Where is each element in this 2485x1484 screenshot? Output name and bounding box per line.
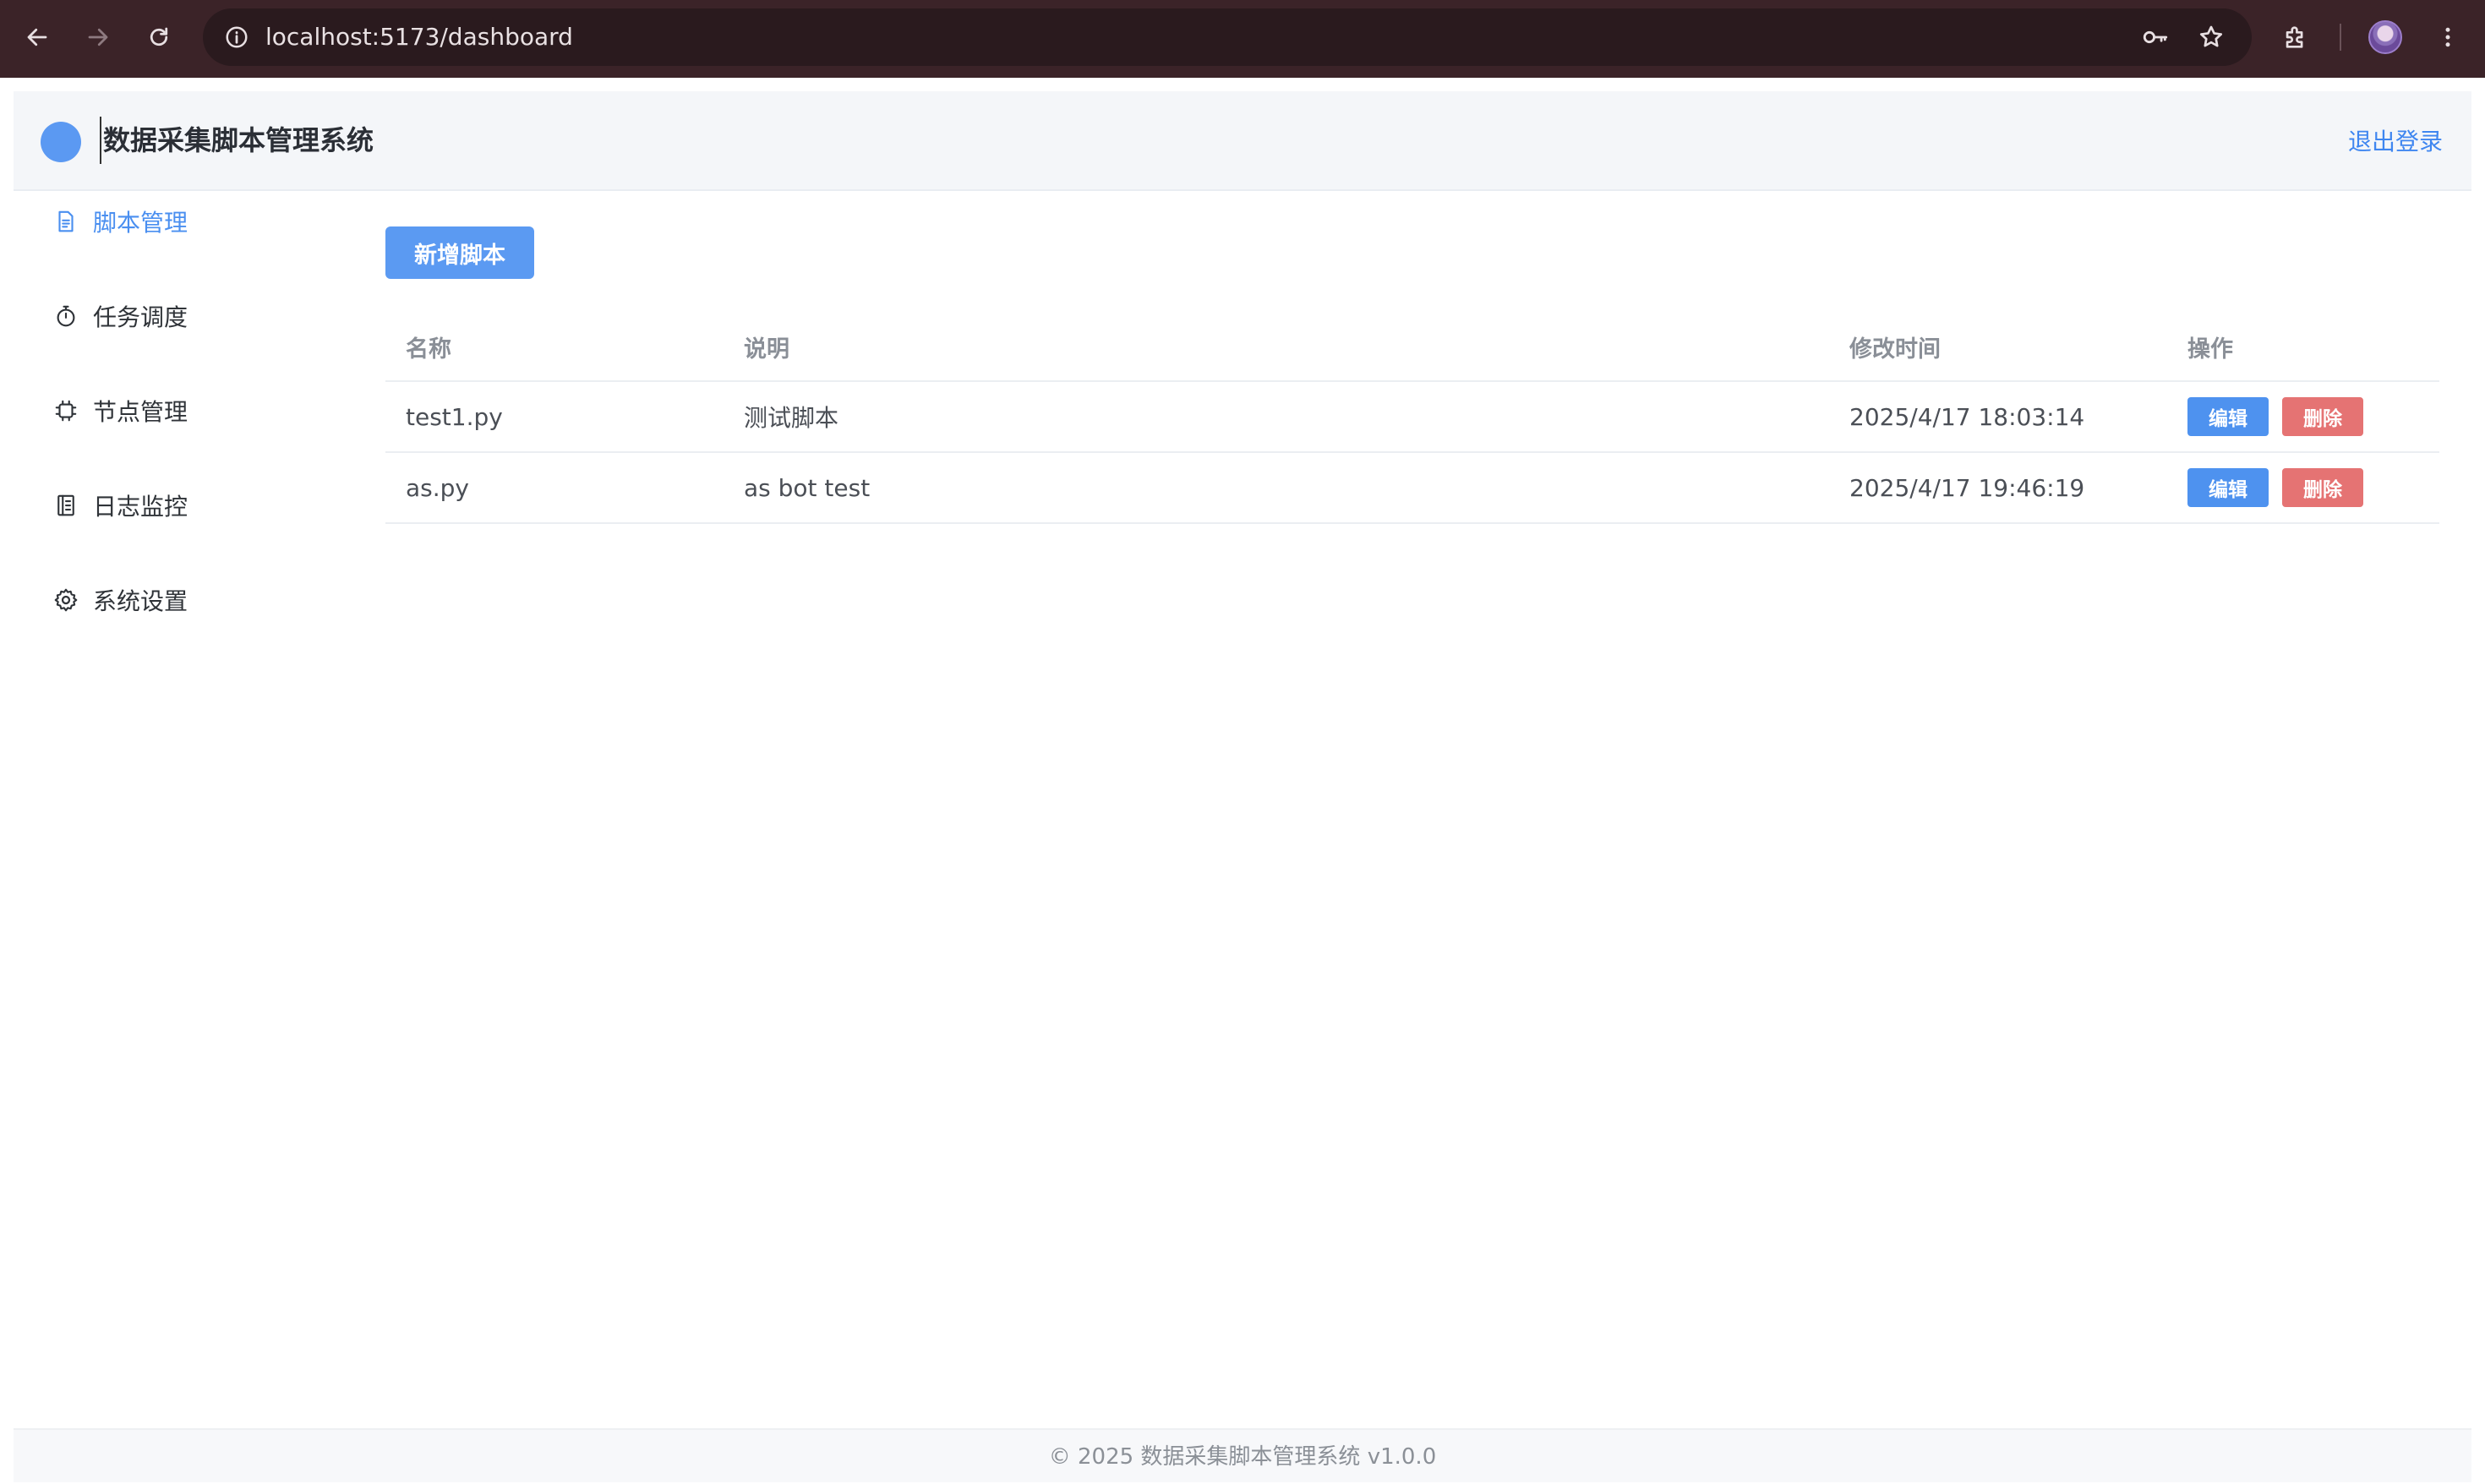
sidebar-item-label: 脚本管理	[93, 209, 188, 237]
profile-avatar[interactable]	[2368, 20, 2402, 54]
reload-icon	[150, 27, 168, 46]
column-header-description: 说明	[744, 336, 789, 363]
app-root: 数据采集脚本管理系统 退出登录 脚本管理 任务调度 节点管理 日志监控 系统设置…	[14, 91, 2471, 1482]
sidebar-item-tasks[interactable]: 任务调度	[51, 292, 188, 340]
script-name: test1.py	[406, 402, 503, 431]
edit-button[interactable]: 编辑	[2187, 468, 2269, 507]
browser-toolbar: localhost:5173/dashboard	[0, 0, 2485, 78]
gear-icon	[51, 585, 81, 615]
table-row: test1.py 测试脚本 2025/4/17 18:03:14 编辑 删除	[385, 382, 2439, 453]
footer: © 2025 数据采集脚本管理系统 v1.0.0	[14, 1428, 2471, 1482]
script-description: 测试脚本	[744, 404, 839, 432]
sidebar: 脚本管理 任务调度 节点管理 日志监控 系统设置	[14, 191, 369, 1374]
toolbar-divider	[2340, 24, 2341, 51]
edit-button[interactable]: 编辑	[2187, 397, 2269, 436]
browser-menu-button[interactable]	[2428, 17, 2468, 57]
add-script-button[interactable]: 新增脚本	[385, 226, 534, 279]
bookmark-button[interactable]	[2194, 20, 2228, 54]
extensions-button[interactable]	[2275, 17, 2316, 57]
sidebar-item-label: 日志监控	[93, 493, 188, 521]
delete-button[interactable]: 删除	[2282, 397, 2363, 436]
sidebar-item-label: 系统设置	[93, 587, 188, 615]
script-modified-time: 2025/4/17 19:46:19	[1849, 473, 2085, 502]
column-header-modified-time: 修改时间	[1849, 336, 1941, 363]
forward-arrow-icon	[88, 28, 108, 46]
column-header-actions: 操作	[2187, 336, 2233, 363]
sidebar-item-label: 任务调度	[93, 303, 188, 331]
star-icon	[2199, 25, 2223, 47]
password-key-button[interactable]	[2138, 20, 2172, 54]
table-row: as.py as bot test 2025/4/17 19:46:19 编辑 …	[385, 453, 2439, 524]
script-modified-time: 2025/4/17 18:03:14	[1849, 402, 2085, 431]
key-icon	[2143, 30, 2168, 44]
forward-button[interactable]	[74, 14, 122, 61]
url-text[interactable]: localhost:5173/dashboard	[265, 8, 573, 66]
logout-link[interactable]: 退出登录	[2348, 120, 2443, 164]
sidebar-item-label: 节点管理	[93, 398, 188, 426]
address-bar[interactable]: localhost:5173/dashboard	[203, 8, 2252, 66]
sidebar-item-settings[interactable]: 系统设置	[51, 576, 188, 624]
sidebar-item-nodes[interactable]: 节点管理	[51, 387, 188, 434]
logo-icon	[41, 122, 81, 162]
back-button[interactable]	[14, 14, 61, 61]
back-arrow-icon	[27, 28, 47, 46]
app-title: 数据采集脚本管理系统	[100, 117, 374, 164]
chip-icon	[51, 396, 81, 426]
script-description: as bot test	[744, 473, 871, 502]
app-header: 数据采集脚本管理系统 退出登录	[14, 91, 2471, 191]
notebook-icon	[51, 490, 81, 521]
puzzle-icon	[2286, 26, 2303, 48]
document-icon	[51, 206, 81, 237]
row-actions: 编辑 删除	[2187, 453, 2363, 522]
table-header: 名称 说明 修改时间 操作	[385, 313, 2439, 382]
site-info-button[interactable]	[216, 17, 257, 57]
kebab-menu-icon	[2445, 27, 2450, 47]
delete-button[interactable]: 删除	[2282, 468, 2363, 507]
sidebar-item-scripts[interactable]: 脚本管理	[51, 198, 188, 245]
sidebar-item-logs[interactable]: 日志监控	[51, 482, 188, 529]
row-actions: 编辑 删除	[2187, 382, 2363, 451]
reload-button[interactable]	[135, 14, 183, 61]
stopwatch-icon	[51, 301, 81, 331]
column-header-name: 名称	[406, 336, 451, 363]
script-name: as.py	[406, 473, 469, 502]
info-icon	[226, 26, 248, 48]
scripts-table: 名称 说明 修改时间 操作 test1.py 测试脚本 2025/4/17 18…	[385, 313, 2439, 524]
footer-copyright: © 2025 数据采集脚本管理系统 v1.0.0	[1048, 1444, 1437, 1470]
